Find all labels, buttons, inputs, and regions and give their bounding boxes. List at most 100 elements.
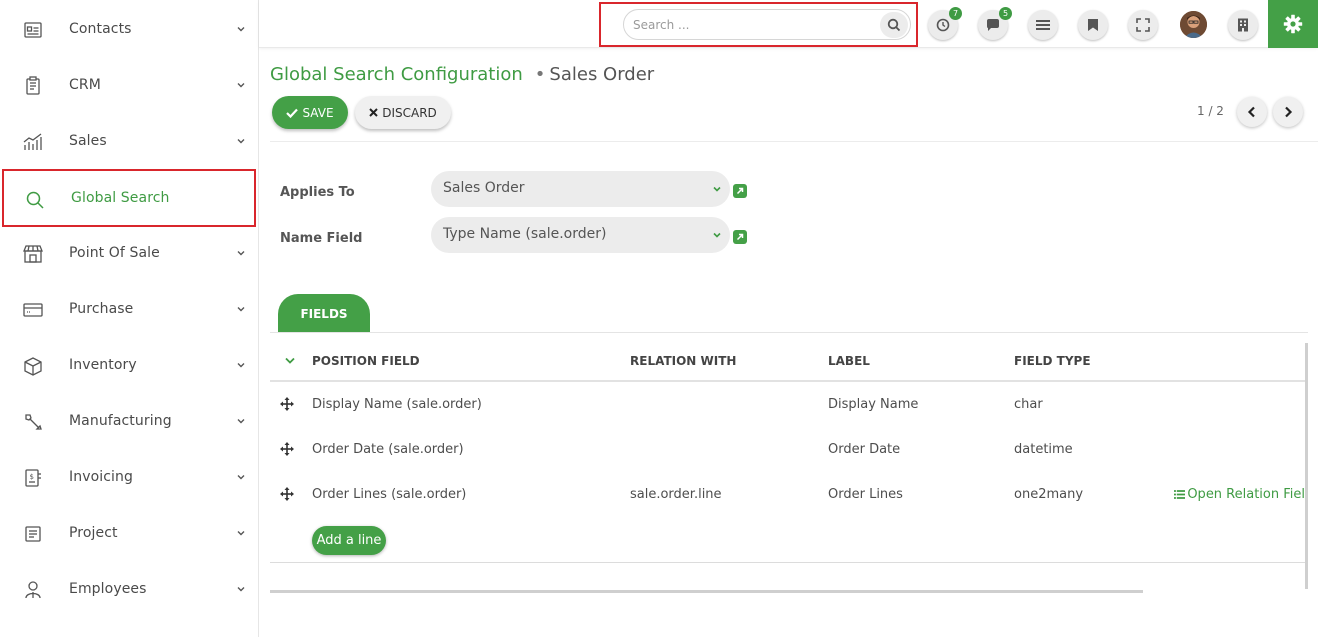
save-button[interactable]: SAVE: [272, 96, 348, 129]
applies-to-label: Applies To: [280, 185, 355, 200]
chevron-down-icon: [237, 251, 245, 256]
column-header-position-field[interactable]: POSITION FIELD: [312, 354, 420, 368]
breadcrumb-current: Sales Order: [549, 64, 655, 85]
sidebar-item-crm[interactable]: CRM: [0, 57, 258, 113]
list-icon: [1174, 490, 1186, 499]
table-cell-label[interactable]: Order Lines: [828, 487, 903, 502]
drag-handle-icon[interactable]: [280, 442, 294, 456]
box-icon: [22, 355, 44, 377]
pager-previous-button[interactable]: [1237, 97, 1267, 127]
table-cell-label[interactable]: Display Name: [828, 397, 918, 412]
chevron-down-icon[interactable]: [284, 357, 296, 365]
user-avatar[interactable]: [1180, 11, 1207, 38]
table-cell-label[interactable]: Order Date: [828, 442, 900, 457]
name-field-select[interactable]: Type Name (sale.order): [431, 217, 730, 253]
sidebar-item-sales[interactable]: Sales: [0, 113, 258, 169]
open-relation-field-button[interactable]: Open Relation Fiel: [1174, 487, 1305, 502]
table-cell-position-field[interactable]: Order Date (sale.order): [312, 442, 464, 457]
breadcrumb: Global Search Configuration • Sales Order: [270, 64, 654, 85]
messages-button[interactable]: 5: [978, 7, 1012, 40]
sidebar-item-inventory[interactable]: Inventory: [0, 337, 258, 393]
search-icon: [24, 189, 46, 211]
activity-button[interactable]: 7: [928, 7, 962, 40]
external-link-icon: [736, 187, 744, 195]
gear-icon: [1283, 14, 1303, 34]
sidebar-item-project[interactable]: Project: [0, 505, 258, 561]
table-bottom-divider: [270, 562, 1305, 563]
open-relation-field-label: Open Relation Fiel: [1187, 487, 1305, 502]
menu-button[interactable]: [1028, 10, 1058, 40]
column-header-label[interactable]: LABEL: [828, 354, 870, 368]
chevron-down-icon: [237, 531, 245, 536]
employees-icon: [22, 579, 44, 601]
drag-handle-icon[interactable]: [280, 487, 294, 501]
settings-button[interactable]: [1268, 0, 1318, 48]
sidebar-item-label: Global Search: [71, 190, 170, 206]
applies-to-value: Sales Order: [443, 180, 525, 196]
wrench-icon: [22, 411, 44, 433]
sidebar-item-invoicing[interactable]: $ Invoicing: [0, 449, 258, 505]
table-cell-position-field[interactable]: Order Lines (sale.order): [312, 487, 466, 502]
chevron-down-icon: [237, 27, 245, 32]
chevron-down-icon: [713, 232, 721, 238]
tab-divider: [270, 332, 1308, 333]
sidebar-item-label: Invoicing: [69, 469, 133, 485]
name-field-value: Type Name (sale.order): [443, 226, 607, 242]
chevron-down-icon: [237, 307, 245, 312]
discard-label: DISCARD: [382, 105, 437, 120]
chevron-left-icon: [1247, 106, 1255, 118]
sidebar-item-label: Employees: [69, 581, 147, 597]
close-icon: [369, 108, 378, 117]
sidebar-item-purchase[interactable]: Purchase: [0, 281, 258, 337]
chevron-down-icon: [237, 587, 245, 592]
chevron-down-icon: [237, 475, 245, 480]
sidebar-item-label: Purchase: [69, 301, 134, 317]
table-cell-field-type[interactable]: datetime: [1014, 442, 1073, 457]
user-photo-icon: [1180, 11, 1207, 38]
search-box: [623, 9, 911, 40]
store-icon: [22, 243, 44, 265]
menu-icon: [1036, 20, 1050, 30]
sidebar-item-contacts[interactable]: Contacts: [0, 1, 258, 57]
chat-icon: [987, 19, 999, 31]
search-button[interactable]: [880, 12, 908, 38]
tab-fields[interactable]: FIELDS: [278, 294, 370, 333]
sidebar-item-employees[interactable]: Employees: [0, 561, 258, 617]
table-cell-relation-with[interactable]: sale.order.line: [630, 487, 722, 502]
horizontal-scrollbar[interactable]: [270, 590, 1143, 593]
bookmark-button[interactable]: [1078, 10, 1108, 40]
header-divider: [270, 141, 1318, 142]
messages-badge: 5: [999, 7, 1012, 20]
drag-handle-icon[interactable]: [280, 397, 294, 411]
sidebar-item-manufacturing[interactable]: Manufacturing: [0, 393, 258, 449]
pager-next-button[interactable]: [1273, 97, 1303, 127]
table-cell-position-field[interactable]: Display Name (sale.order): [312, 397, 482, 412]
table-cell-field-type[interactable]: char: [1014, 397, 1043, 412]
sidebar-item-label: Contacts: [69, 21, 132, 37]
table-cell-field-type[interactable]: one2many: [1014, 487, 1083, 502]
project-icon: [22, 523, 44, 545]
vertical-scrollbar[interactable]: [1305, 343, 1308, 589]
activity-badge: 7: [949, 7, 962, 20]
sidebar-item-global-search[interactable]: Global Search: [2, 169, 256, 227]
building-icon: [1238, 18, 1248, 32]
bookmark-icon: [1088, 19, 1098, 31]
name-field-external-link-button[interactable]: [733, 230, 747, 244]
svg-text:$: $: [30, 473, 34, 481]
column-header-relation-with[interactable]: RELATION WITH: [630, 354, 736, 368]
company-button[interactable]: [1228, 10, 1258, 40]
chevron-down-icon: [237, 83, 245, 88]
applies-to-external-link-button[interactable]: [733, 184, 747, 198]
sidebar-item-label: Project: [69, 525, 118, 541]
fullscreen-button[interactable]: [1128, 10, 1158, 40]
sidebar-item-label: Inventory: [69, 357, 137, 373]
search-input[interactable]: [633, 16, 873, 34]
applies-to-select[interactable]: Sales Order: [431, 171, 730, 207]
sales-chart-icon: [22, 131, 44, 153]
breadcrumb-parent-link[interactable]: Global Search Configuration: [270, 64, 523, 85]
add-a-line-button[interactable]: Add a line: [312, 526, 386, 555]
column-header-field-type[interactable]: FIELD TYPE: [1014, 354, 1091, 368]
sidebar-item-label: Sales: [69, 133, 107, 149]
discard-button[interactable]: DISCARD: [355, 96, 451, 129]
sidebar-item-point-of-sale[interactable]: Point Of Sale: [0, 225, 258, 281]
